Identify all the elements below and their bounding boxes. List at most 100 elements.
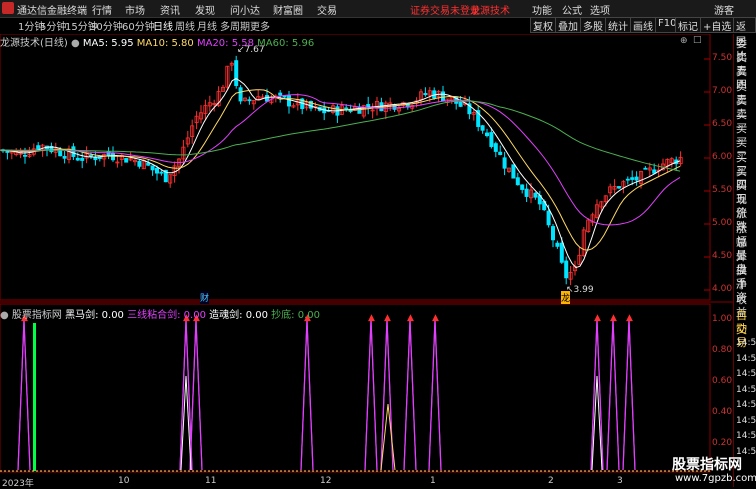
app-logo-icon [2,2,14,14]
candle-body [234,60,239,86]
candle-body [511,164,516,179]
signal-arrow-icon: ▲ [626,313,633,323]
chaodi-bar [33,323,36,471]
fuquan-button[interactable]: 复权 [530,17,556,33]
candle-body [617,186,622,189]
signal-spike [612,319,620,471]
candle-body [480,125,485,131]
chart-canvas[interactable]: ▲ ▲ ▲ ▲ ▲ ▲ ▲ ▲ ▲ ▲ ▲ [0,34,733,487]
signal-arrow-icon: ▲ [407,313,414,323]
stats-button[interactable]: 统计 [605,17,631,33]
candle-body [652,169,657,174]
x-label: 11 [205,476,217,486]
signal-spike [306,319,314,471]
candle-body [458,101,463,107]
signal-spike [409,319,417,471]
signal-arrow-icon: ▲ [594,313,601,323]
candle-body [520,184,525,190]
menu-gongshi[interactable]: 公式 [562,2,582,17]
multi-stock-button[interactable]: 多股 [580,17,606,33]
sanxian-label: 三线粘合剑: 0.00 [127,310,206,321]
signal-spike [364,319,372,471]
menu-wenxiaoda[interactable]: 问小达 [230,2,260,17]
indicator-tick: 0.60 [712,376,733,386]
candle-body [80,157,85,161]
indicator-tick: 0.80 [712,345,733,355]
period-30min[interactable]: 30分钟 [90,18,123,33]
candle-body [546,210,551,226]
add-watchlist-button[interactable]: +自选 [700,17,735,33]
watermark-text: 股票指标网 [672,457,742,473]
signal-spike [403,319,411,471]
indicator-tick: 0.20 [712,438,733,448]
quote-side-panel: 委比 卖五 卖四 卖三 卖二 卖一 买一 买二 买三 买四 买五 现价 涨跌 涨幅 总量 外盘 换手 净资 收益 自… [733,34,756,487]
price-tick: 5.50 [712,185,733,195]
candle-body [75,157,80,161]
indicator-dropdown-icon[interactable]: ● [0,310,9,321]
candle-body [71,146,76,157]
mark-button[interactable]: 标记 [675,17,701,33]
overlay-button[interactable]: 叠加 [555,17,581,33]
candle-body [89,154,94,157]
candle-body [58,150,63,157]
candle-body [344,107,349,110]
signal-spike [23,319,31,471]
dragon-tag[interactable]: 龙 [561,291,571,304]
price-tick: 6.50 [712,119,733,129]
trade-time: 14:55 [736,353,756,364]
period-more[interactable]: 更多 [250,18,270,33]
candle-body [264,95,269,102]
draw-line-button[interactable]: 画线 [630,17,656,33]
signal-spike [370,319,378,471]
x-label: 3 [617,476,623,486]
candle-body [484,132,489,137]
signal-arrow-icon: ▲ [432,313,439,323]
high-price-label: ↙7.67 [237,45,265,55]
candle-body [22,154,27,157]
period-daily[interactable]: 日线 [153,18,173,33]
menu-faxian[interactable]: 发现 [195,2,215,17]
menu-guest[interactable]: 游客 [714,2,734,17]
finance-tag[interactable]: 财 [200,291,210,304]
trade-time: 14:55 [736,338,756,348]
menu-jiaoyi[interactable]: 交易 [317,2,337,17]
candle-body [238,87,243,102]
candle-body [559,242,564,263]
menu-xuanxiang[interactable]: 选项 [590,2,610,17]
period-60min[interactable]: 60分钟 [122,18,155,33]
back-button[interactable]: 返回 [733,17,756,48]
candle-body [564,260,569,279]
x-label: 10 [118,476,130,486]
menu-hangqing[interactable]: 行情 [92,2,112,17]
candle-body [247,99,252,102]
price-tick: 4.00 [712,284,733,294]
heima-label: 黑马剑: 0.00 [65,310,124,321]
menu-zixun[interactable]: 资讯 [160,2,180,17]
period-multi[interactable]: 多周期 [220,18,250,33]
zaohun-label: 造魂剑: 0.00 [209,310,268,321]
signal-arrow-icon: ▲ [610,313,617,323]
period-weekly[interactable]: 周线 [175,18,195,33]
menu-shichang[interactable]: 市场 [125,2,145,17]
price-tick: 6.00 [712,152,733,162]
watermark-url: www.7gpzb.com [675,473,756,484]
signal-spike [428,319,436,471]
yellow-spike [387,403,396,471]
period-monthly[interactable]: 月线 [197,18,217,33]
x-label: 2 [548,476,554,486]
trade-time: 14:55 [736,400,756,410]
period-5min[interactable]: 5分钟 [40,18,66,33]
indicator-title[interactable]: 股票指标网 [12,310,62,321]
signal-spike [606,319,614,471]
candle-body [498,151,503,155]
candle-body [630,177,635,180]
candle-body [159,171,164,174]
app-title: 通达信金融终端 [17,6,87,17]
candle-body [625,178,630,181]
menu-gongneng[interactable]: 功能 [532,2,552,17]
signal-arrow-icon: ▲ [384,313,391,323]
candle-body [124,158,129,163]
x-label: 2023年 [2,479,34,489]
signal-spike [195,319,203,471]
menu-caifuquan[interactable]: 财富圈 [273,2,303,17]
